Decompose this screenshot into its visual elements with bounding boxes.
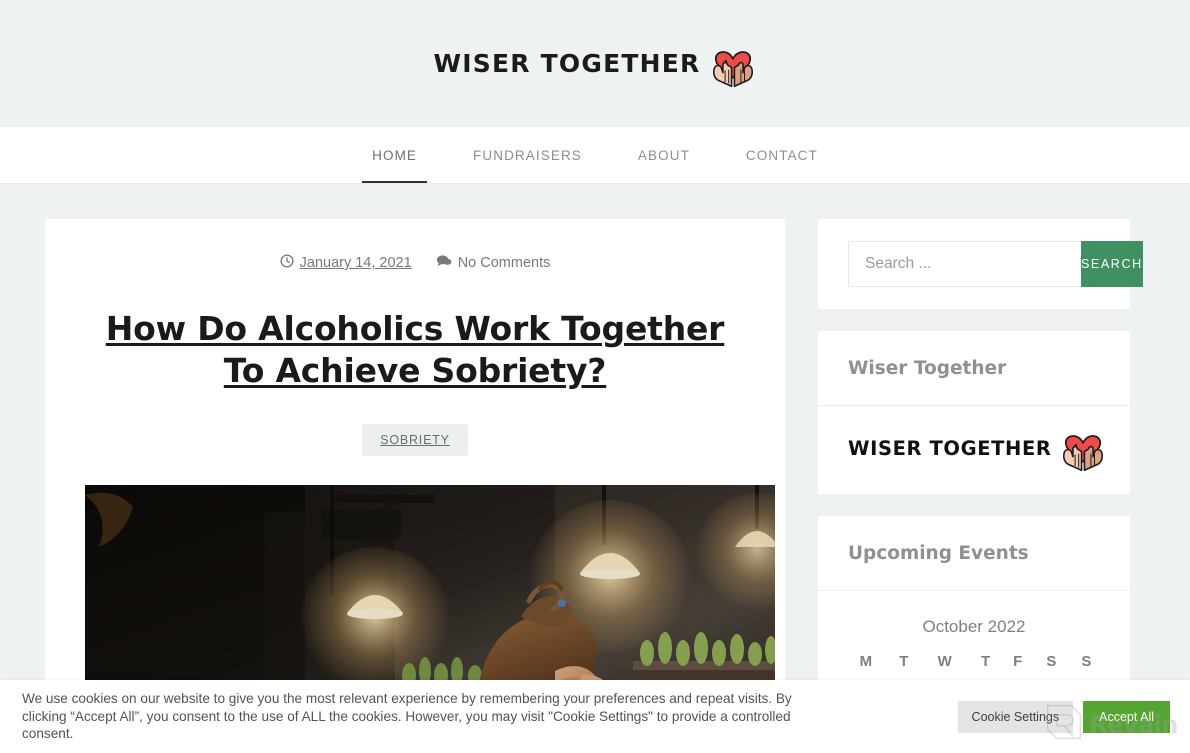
- site-header: WISER TOGETHER: [0, 0, 1190, 127]
- cookie-settings-button[interactable]: Cookie Settings: [957, 700, 1074, 733]
- widget-wiser-together-title: Wiser Together: [818, 331, 1130, 406]
- site-logo[interactable]: WISER TOGETHER: [434, 40, 757, 88]
- nav-item-contact[interactable]: CONTACT: [718, 127, 846, 183]
- post-category-row: SOBRIETY: [85, 424, 745, 457]
- widget-upcoming-events: Upcoming Events October 2022 M T W T F S: [818, 516, 1130, 707]
- heart-in-hands-logo-icon: [1060, 424, 1106, 472]
- sidebar-logo-text: WISER TOGETHER: [848, 436, 1052, 460]
- search-input[interactable]: [848, 241, 1081, 287]
- main-content: January 14, 2021 No Comments How Do Alco…: [45, 219, 785, 753]
- main-navigation: HOME FUNDRAISERS ABOUT CONTACT: [0, 127, 1190, 184]
- nav-item-home[interactable]: HOME: [344, 127, 445, 183]
- post-title-link[interactable]: How Do Alcoholics Work Together To Achie…: [106, 309, 725, 390]
- calendar-month-caption: October 2022: [922, 617, 1026, 636]
- search-form: SEARCH: [848, 241, 1143, 287]
- nav-item-fundraisers[interactable]: FUNDRAISERS: [445, 127, 610, 183]
- heart-in-hands-logo-icon: [710, 40, 756, 88]
- sidebar: SEARCH Wiser Together WISER TOGETHER: [818, 219, 1143, 753]
- post-category-sobriety[interactable]: SOBRIETY: [362, 424, 468, 457]
- search-button[interactable]: SEARCH: [1081, 241, 1143, 287]
- clock-icon: [280, 254, 294, 272]
- post-date[interactable]: January 14, 2021: [280, 254, 412, 272]
- widget-upcoming-events-title: Upcoming Events: [818, 516, 1130, 591]
- widget-wiser-together: Wiser Together WISER TOGETHER: [818, 331, 1130, 494]
- cookie-consent-text: We use cookies on our website to give yo…: [22, 690, 792, 742]
- post-card: January 14, 2021 No Comments How Do Alco…: [45, 219, 785, 753]
- cookie-consent-banner: We use cookies on our website to give yo…: [0, 680, 1190, 753]
- post-date-label[interactable]: January 14, 2021: [300, 255, 412, 271]
- post-comments[interactable]: No Comments: [436, 254, 551, 272]
- site-logo-text: WISER TOGETHER: [433, 49, 701, 78]
- nav-list: HOME FUNDRAISERS ABOUT CONTACT: [344, 127, 846, 183]
- browser-viewport: WISER TOGETHER HOME FUNDRAISERS ABOUT CO…: [0, 0, 1190, 753]
- nav-item-about[interactable]: ABOUT: [610, 127, 718, 183]
- comment-bubble-icon: [436, 254, 452, 272]
- page-title: How Do Alcoholics Work Together To Achie…: [85, 308, 745, 392]
- page-body: January 14, 2021 No Comments How Do Alco…: [0, 184, 1190, 753]
- widget-search: SEARCH: [818, 219, 1143, 309]
- post-meta: January 14, 2021 No Comments: [85, 254, 745, 272]
- sidebar-logo[interactable]: WISER TOGETHER: [848, 424, 1103, 472]
- post-comments-label: No Comments: [457, 255, 551, 271]
- widget-wiser-together-body: WISER TOGETHER: [818, 406, 1130, 494]
- accept-all-cookies-button[interactable]: Accept All: [1083, 700, 1170, 733]
- cookie-consent-actions: Cookie Settings Accept All: [957, 700, 1170, 733]
